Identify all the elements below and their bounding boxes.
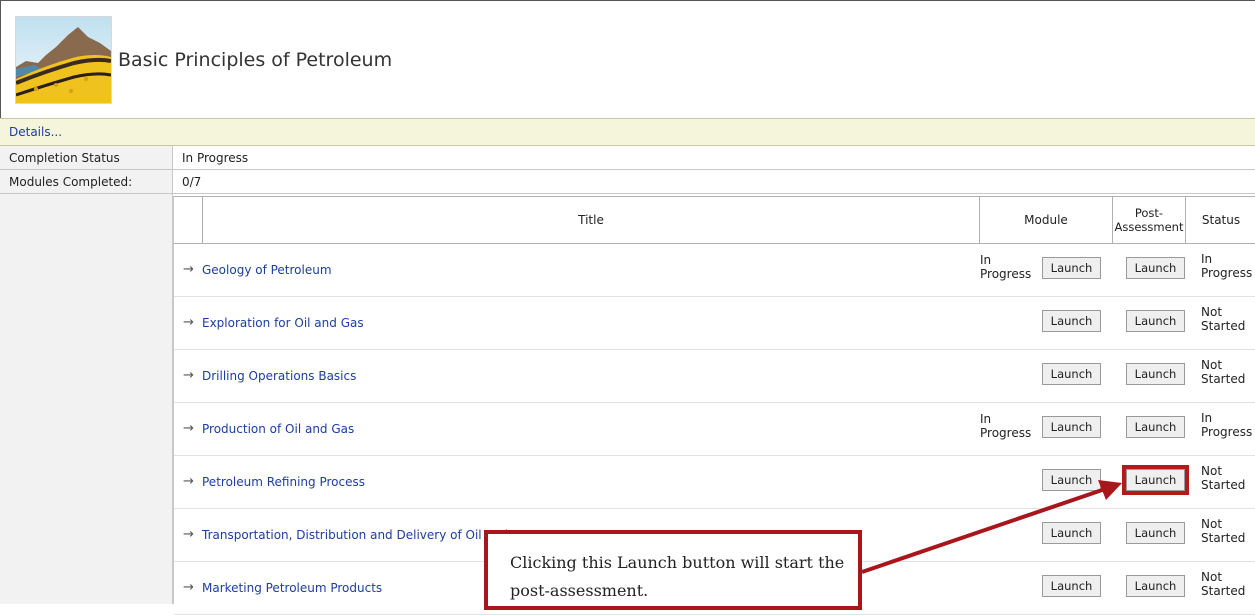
post-assessment-launch-button[interactable]: Launch [1126,575,1185,597]
table-row: → Exploration for Oil and Gas Launch Lau… [174,297,1255,350]
table-row: → Petroleum Refining Process Launch Laun… [174,456,1255,509]
module-progress-status: In Progress [980,412,1032,440]
post-assessment-launch-button[interactable]: Launch [1126,522,1185,544]
post-assessment-launch-button[interactable]: Launch [1126,310,1185,332]
modules-table-header: Title Module Post- Assessment Status [174,196,1255,244]
module-title-link[interactable]: Exploration for Oil and Gas [202,316,364,330]
header-status: Status [1185,197,1255,243]
module-title-link[interactable]: Geology of Petroleum [202,263,332,277]
arrow-right-icon: → [183,527,194,542]
module-progress-status: In Progress [980,253,1032,281]
completion-status-row: Completion Status In Progress [0,146,1255,170]
module-launch-button[interactable]: Launch [1042,257,1101,279]
modules-completed-label: Modules Completed: [9,175,133,189]
annotation-callout: Clicking this Launch button will start t… [484,530,862,610]
arrow-right-icon: → [183,262,194,277]
module-title-link[interactable]: Petroleum Refining Process [202,475,365,489]
table-row: → Geology of Petroleum In Progress Launc… [174,244,1255,297]
arrow-right-icon: → [183,421,194,436]
callout-text: Clicking this Launch button will start t… [510,553,845,600]
module-launch-button[interactable]: Launch [1042,416,1101,438]
row-status: Not Started [1201,570,1246,598]
module-launch-button[interactable]: Launch [1042,469,1101,491]
row-status: Not Started [1201,517,1246,545]
post-assessment-launch-button[interactable]: Launch [1126,416,1185,438]
completion-status-label: Completion Status [9,151,120,165]
modules-completed-value: 0/7 [182,175,202,189]
module-title-link[interactable]: Marketing Petroleum Products [202,581,382,595]
row-status: Not Started [1201,464,1246,492]
arrow-right-icon: → [183,474,194,489]
header-module: Module [979,197,1112,243]
module-launch-button[interactable]: Launch [1042,310,1101,332]
row-status: In Progress [1201,252,1253,280]
header-spacer [174,197,202,243]
table-row: → Drilling Operations Basics Launch Laun… [174,350,1255,403]
header-post-assessment: Post- Assessment [1112,197,1185,243]
course-header: Basic Principles of Petroleum [0,0,1255,118]
arrow-right-icon: → [183,315,194,330]
module-title-link[interactable]: Production of Oil and Gas [202,422,354,436]
post-assessment-launch-button[interactable]: Launch [1126,257,1185,279]
module-launch-button[interactable]: Launch [1042,363,1101,385]
module-launch-button[interactable]: Launch [1042,575,1101,597]
info-label-column [0,146,173,604]
course-page: Basic Principles of Petroleum Details...… [0,0,1255,615]
arrow-right-icon: → [183,368,194,383]
modules-completed-row: Modules Completed: 0/7 [0,170,1255,194]
launch-highlight-box [1122,465,1189,495]
module-title-link[interactable]: Drilling Operations Basics [202,369,356,383]
arrow-right-icon: → [183,580,194,595]
row-status: Not Started [1201,305,1246,333]
geology-cross-section-icon [15,16,112,104]
row-status: In Progress [1201,411,1253,439]
details-bar: Details... [0,118,1255,146]
completion-status-value: In Progress [182,151,249,165]
details-link[interactable]: Details... [9,125,62,139]
table-row: → Production of Oil and Gas In Progress … [174,403,1255,456]
course-title: Basic Principles of Petroleum [118,49,393,71]
post-assessment-launch-button[interactable]: Launch [1126,363,1185,385]
row-status: Not Started [1201,358,1246,386]
module-launch-button[interactable]: Launch [1042,522,1101,544]
header-title: Title [202,197,979,243]
